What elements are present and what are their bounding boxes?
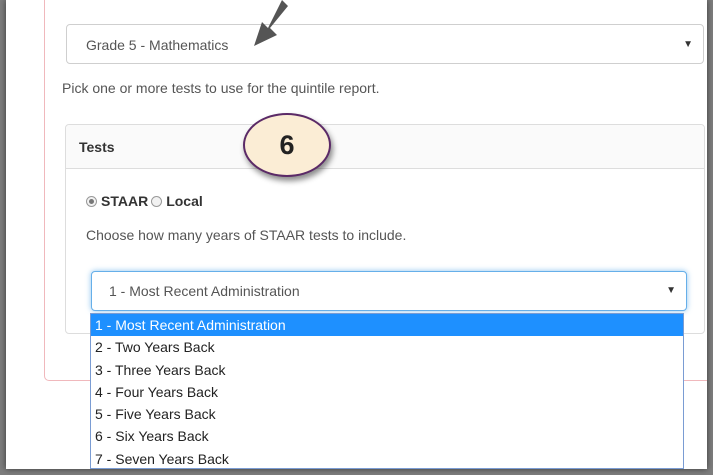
caret-down-icon: ▼ (666, 285, 676, 296)
years-option[interactable]: 6 - Six Years Back (91, 425, 683, 447)
tests-panel: Tests STAAR Local Choose how many years … (65, 124, 705, 334)
years-option[interactable]: 2 - Two Years Back (91, 336, 683, 358)
years-option[interactable]: 7 - Seven Years Back (91, 448, 683, 468)
subject-select[interactable]: Grade 5 - Mathematics ▼ (66, 24, 704, 64)
years-option[interactable]: 5 - Five Years Back (91, 403, 683, 425)
years-select[interactable]: 1 - Most Recent Administration ▼ (91, 271, 687, 311)
staar-radio[interactable] (86, 195, 97, 207)
staar-radio-label[interactable]: STAAR (101, 193, 148, 209)
local-radio[interactable] (151, 195, 163, 207)
years-help-text: Choose how many years of STAAR tests to … (86, 227, 407, 243)
test-type-radio-group: STAAR Local (86, 193, 206, 209)
screenshot-canvas: Grade 5 - Mathematics ▼ Pick one or more… (6, 0, 707, 469)
caret-down-icon: ▼ (683, 39, 693, 50)
years-dropdown-list: 1 - Most Recent Administration 2 - Two Y… (90, 313, 684, 469)
years-option[interactable]: 3 - Three Years Back (91, 359, 683, 381)
years-select-value: 1 - Most Recent Administration (109, 283, 300, 299)
years-option[interactable]: 4 - Four Years Back (91, 381, 683, 403)
arrow-icon (254, 0, 288, 46)
step-callout-badge: 6 (243, 113, 331, 177)
help-text: Pick one or more tests to use for the qu… (62, 80, 380, 96)
years-option[interactable]: 1 - Most Recent Administration (91, 314, 683, 337)
local-radio-label[interactable]: Local (166, 193, 203, 209)
subject-select-value: Grade 5 - Mathematics (86, 37, 229, 53)
tests-panel-title: Tests (66, 125, 704, 169)
